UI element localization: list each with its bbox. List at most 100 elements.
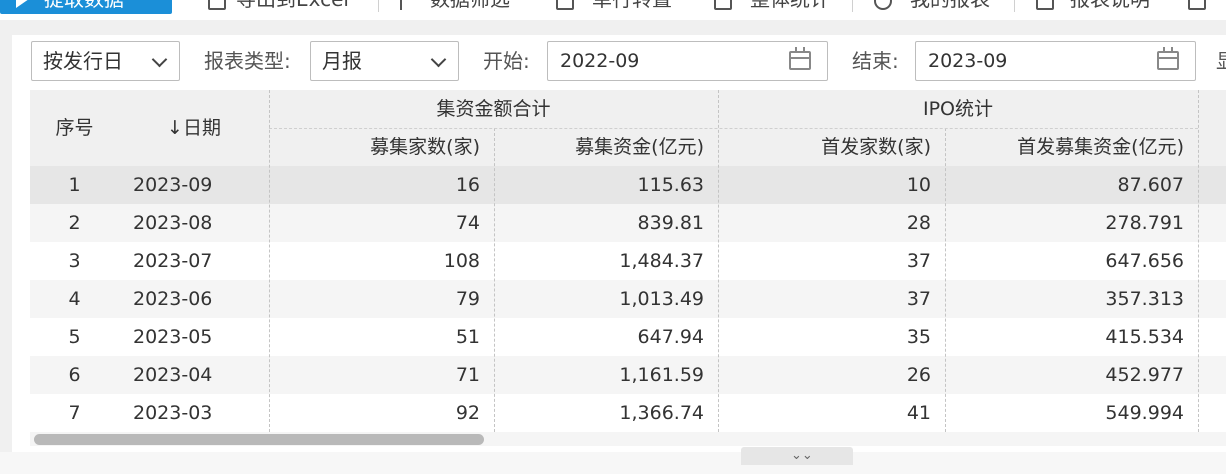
statistics-icon bbox=[714, 0, 732, 10]
footer-strip bbox=[0, 452, 1226, 474]
table-row[interactable]: 3 2023-07 108 1,484.37 37 647.656 bbox=[30, 242, 1226, 280]
export-excel-button[interactable]: 导出到Excel bbox=[236, 0, 349, 14]
cell-fundraise-amount: 1,484.37 bbox=[619, 250, 704, 272]
more-icon bbox=[1188, 0, 1206, 10]
table-row[interactable]: 4 2023-06 79 1,013.49 37 357.313 bbox=[30, 280, 1226, 318]
cell-index: 2 bbox=[68, 212, 81, 234]
cell-index: 6 bbox=[68, 364, 81, 386]
cell-fundraise-amount: 1,013.49 bbox=[619, 288, 704, 310]
toolbar-divider bbox=[378, 0, 379, 12]
cell-index: 4 bbox=[68, 288, 81, 310]
cell-index: 3 bbox=[68, 250, 81, 272]
chevron-down-icon bbox=[151, 51, 168, 68]
cell-date: 2023-05 bbox=[133, 326, 213, 348]
overall-stats-button[interactable]: 整体统计 bbox=[750, 0, 830, 14]
column-divider bbox=[494, 128, 495, 432]
end-label: 结束: bbox=[852, 49, 899, 73]
cell-ipo-count: 28 bbox=[906, 212, 931, 234]
fetch-data-label: 提取数据 bbox=[44, 0, 124, 11]
cell-index: 5 bbox=[68, 326, 81, 348]
column-divider bbox=[1198, 90, 1199, 432]
cell-fundraise-amount: 1,366.74 bbox=[619, 402, 704, 424]
toolbar-divider bbox=[852, 0, 853, 12]
date-type-select[interactable]: 按发行日 bbox=[31, 41, 180, 81]
cell-date: 2023-04 bbox=[133, 364, 213, 386]
cell-ipo-amount: 415.534 bbox=[1105, 326, 1184, 348]
double-chevron-down-icon: ⌄⌄ bbox=[791, 448, 813, 463]
transpose-icon bbox=[556, 0, 574, 10]
cell-ipo-count: 10 bbox=[906, 174, 931, 196]
cell-ipo-count: 35 bbox=[906, 326, 931, 348]
cell-fundraise-count: 74 bbox=[455, 212, 480, 234]
filter-bar: 按发行日 报表类型: 月报 开始: 2022-09 结束: 2023-09 显 bbox=[12, 35, 1226, 91]
column-header-date[interactable]: ↓日期 bbox=[119, 90, 269, 166]
cell-fundraise-count: 92 bbox=[455, 402, 480, 424]
play-icon bbox=[16, 0, 29, 8]
toolbar: 提取数据 导出到Excel 数据筛选 单行转置 整体统计 我的报表 报表说明 bbox=[0, 0, 1226, 20]
cell-index: 1 bbox=[68, 174, 81, 196]
cell-fundraise-amount: 647.94 bbox=[637, 326, 704, 348]
calendar-icon[interactable] bbox=[789, 47, 811, 70]
header-divider bbox=[269, 128, 1198, 129]
end-date-input[interactable]: 2023-09 bbox=[915, 41, 1196, 81]
cell-ipo-count: 37 bbox=[906, 250, 931, 272]
cell-ipo-amount: 357.313 bbox=[1105, 288, 1184, 310]
cell-ipo-count: 41 bbox=[906, 402, 931, 424]
cell-fundraise-count: 71 bbox=[455, 364, 480, 386]
header-filler bbox=[1198, 90, 1226, 166]
start-date-value: 2022-09 bbox=[560, 50, 640, 72]
display-option-label: 显 bbox=[1216, 41, 1226, 81]
cell-fundraise-amount: 1,161.59 bbox=[619, 364, 704, 386]
date-type-value: 按发行日 bbox=[43, 49, 123, 73]
column-header-index[interactable]: 序号 bbox=[30, 90, 119, 166]
fetch-data-button[interactable]: 提取数据 bbox=[0, 0, 172, 14]
cell-fundraise-amount: 839.81 bbox=[637, 212, 704, 234]
cell-index: 7 bbox=[68, 402, 81, 424]
table-row[interactable]: 2 2023-08 74 839.81 28 278.791 bbox=[30, 204, 1226, 242]
report-type-select[interactable]: 月报 bbox=[310, 41, 459, 81]
column-header-ipo-count[interactable]: 首发家数(家) bbox=[718, 128, 945, 166]
column-header-ipo-amount[interactable]: 首发募集资金(亿元) bbox=[945, 128, 1198, 166]
end-date-value: 2023-09 bbox=[928, 50, 1008, 72]
cell-ipo-count: 37 bbox=[906, 288, 931, 310]
data-filter-button[interactable]: 数据筛选 bbox=[430, 0, 510, 14]
column-header-fundraise-count[interactable]: 募集家数(家) bbox=[269, 128, 494, 166]
report-info-icon bbox=[1036, 0, 1054, 10]
export-excel-icon bbox=[208, 0, 226, 10]
horizontal-scrollbar[interactable] bbox=[30, 432, 1226, 446]
table-row[interactable]: 6 2023-04 71 1,161.59 26 452.977 bbox=[30, 356, 1226, 394]
column-divider bbox=[945, 128, 946, 432]
row-transpose-button[interactable]: 单行转置 bbox=[592, 0, 672, 14]
group-header-fundraising: 集资金额合计 bbox=[269, 90, 718, 128]
cell-date: 2023-09 bbox=[133, 174, 213, 196]
column-header-fundraise-amount[interactable]: 募集资金(亿元) bbox=[494, 128, 718, 166]
toolbar-divider bbox=[1014, 0, 1015, 12]
table-row[interactable]: 5 2023-05 51 647.94 35 415.534 bbox=[30, 318, 1226, 356]
cell-fundraise-count: 108 bbox=[443, 250, 480, 272]
start-date-input[interactable]: 2022-09 bbox=[547, 41, 828, 81]
cell-date: 2023-08 bbox=[133, 212, 213, 234]
cell-ipo-amount: 452.977 bbox=[1105, 364, 1184, 386]
report-type-value: 月报 bbox=[322, 49, 362, 73]
calendar-icon[interactable] bbox=[1157, 47, 1179, 70]
star-icon bbox=[874, 0, 892, 10]
expand-panel-toggle[interactable]: ⌄⌄ bbox=[741, 447, 853, 465]
chevron-down-icon bbox=[430, 51, 447, 68]
cell-fundraise-count: 51 bbox=[455, 326, 480, 348]
table-row[interactable]: 1 2023-09 16 115.63 10 87.607 bbox=[30, 166, 1226, 204]
report-panel: 按发行日 报表类型: 月报 开始: 2022-09 结束: 2023-09 显 … bbox=[12, 35, 1226, 474]
cell-date: 2023-07 bbox=[133, 250, 213, 272]
column-divider bbox=[718, 90, 719, 432]
cell-ipo-amount: 278.791 bbox=[1105, 212, 1184, 234]
cell-date: 2023-06 bbox=[133, 288, 213, 310]
my-reports-button[interactable]: 我的报表 bbox=[910, 0, 990, 14]
start-label: 开始: bbox=[483, 49, 530, 73]
table-row[interactable]: 7 2023-03 92 1,366.74 41 549.994 bbox=[30, 394, 1226, 432]
data-table: 序号 ↓日期 集资金额合计 IPO统计 募集家数(家) 募集资金(亿元) 首发家… bbox=[30, 90, 1226, 432]
report-info-button[interactable]: 报表说明 bbox=[1070, 0, 1150, 14]
cell-ipo-count: 26 bbox=[906, 364, 931, 386]
scrollbar-thumb[interactable] bbox=[34, 434, 484, 445]
cell-fundraise-count: 16 bbox=[455, 174, 480, 196]
cell-ipo-amount: 647.656 bbox=[1105, 250, 1184, 272]
cell-ipo-amount: 87.607 bbox=[1117, 174, 1184, 196]
